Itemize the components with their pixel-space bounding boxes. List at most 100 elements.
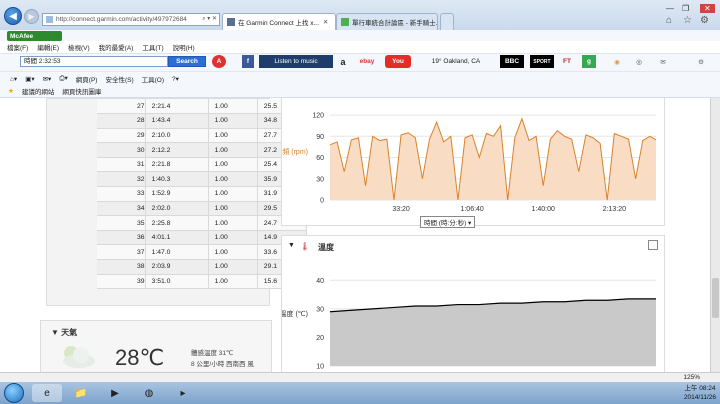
- home-icon[interactable]: ⌂▾: [10, 75, 17, 83]
- lap-row: 33 1:52.9 1.00 31.9: [97, 186, 308, 202]
- ft-icon[interactable]: FT: [560, 55, 574, 68]
- forward-button[interactable]: ▶: [24, 9, 39, 24]
- mcafee-button[interactable]: McAfee: [7, 31, 62, 41]
- folder-icon[interactable]: 📁: [66, 384, 96, 402]
- rss-icon[interactable]: ◉: [610, 55, 624, 68]
- fav-webslice[interactable]: 網頁快訊圖庫: [62, 86, 101, 96]
- weather-widget[interactable]: 19° Oakland, CA: [420, 55, 492, 68]
- mcafee-toolbar: [0, 30, 720, 41]
- media-icon[interactable]: ▸: [168, 384, 198, 402]
- star-icon[interactable]: ☆: [683, 15, 692, 26]
- lap-distance: 1.00: [208, 113, 258, 129]
- page-scrollbar[interactable]: [710, 98, 720, 372]
- feed-icon[interactable]: ▣▾: [25, 75, 34, 83]
- lap-time: 2:03.9: [145, 259, 209, 275]
- cloud-icon: [63, 346, 95, 368]
- scrollbar-thumb[interactable]: [712, 278, 719, 318]
- media-player-icon[interactable]: ▶: [100, 384, 130, 402]
- garmin-favicon: [227, 18, 235, 26]
- maps-icon[interactable]: g: [582, 55, 596, 68]
- y-tick-label: 20: [316, 335, 324, 342]
- gear-icon[interactable]: ⚙: [700, 15, 709, 26]
- menu-tools[interactable]: 工具(T): [142, 42, 163, 52]
- music-label: Listen to music: [274, 58, 318, 65]
- home-icon[interactable]: ⌂: [666, 15, 672, 26]
- refresh-icon[interactable]: ⌕ ▾ ✕: [202, 15, 217, 23]
- lap-time: 2:12.2: [145, 142, 209, 158]
- lap-number: 35: [97, 215, 146, 231]
- x-axis-select[interactable]: 時間 (時:分:秒) ▾: [420, 216, 476, 228]
- tab-garmin[interactable]: 在 Garmin Connect 上找 x... ✕: [222, 13, 336, 30]
- lap-distance: 1.00: [208, 99, 258, 115]
- star-icon[interactable]: ★: [8, 87, 14, 95]
- lap-distance: 1.00: [208, 171, 258, 188]
- mail-icon[interactable]: ✉▾: [43, 75, 52, 83]
- lap-number: 27: [97, 99, 146, 115]
- new-tab-button[interactable]: [440, 13, 454, 30]
- lap-number: 39: [97, 274, 146, 290]
- temperature-panel: ▼ 🌡 溫度 1020304033:201:06:401:40:002:13:2…: [281, 235, 665, 372]
- chrome-icon[interactable]: ◍: [134, 384, 164, 402]
- lap-row: 30 2:12.2 1.00 27.2: [97, 142, 308, 158]
- help-icon[interactable]: ?▾: [172, 75, 179, 83]
- y-tick-label: 0: [320, 198, 324, 205]
- thermometer-icon: 🌡: [300, 242, 311, 251]
- menu-view[interactable]: 檢視(V): [68, 42, 90, 52]
- amazon-icon[interactable]: a: [338, 55, 348, 68]
- menu-help[interactable]: 說明(H): [173, 42, 195, 52]
- menu-file[interactable]: 檔案(F): [7, 42, 28, 52]
- address-bar[interactable]: http://connect.garmin.com/activity/49797…: [42, 13, 220, 26]
- y-axis-label: 溫度 (℃): [282, 309, 308, 318]
- youtube-icon[interactable]: You: [385, 55, 411, 68]
- search-input[interactable]: 時間 2:32:53: [20, 56, 168, 67]
- menu-safety[interactable]: 安全性(S): [105, 74, 133, 84]
- print-icon[interactable]: ⎙▾: [59, 74, 67, 83]
- menu-page[interactable]: 網頁(P): [76, 74, 98, 84]
- fav-suggested[interactable]: 建議的網站: [22, 86, 55, 96]
- lap-time: 2:21.8: [145, 157, 209, 173]
- music-player[interactable]: Listen to music: [259, 55, 333, 68]
- zoom-level[interactable]: 125%: [683, 374, 700, 381]
- tab-forum[interactable]: 單行車統合計論區 - 新手騎士...: [336, 13, 438, 30]
- ebay-icon[interactable]: ebay: [355, 55, 379, 68]
- x-axis-select-label: 時間 (時:分:秒): [424, 220, 467, 227]
- lap-row: 36 4:01.1 1.00 14.9: [97, 230, 308, 246]
- minimize-icon[interactable]: —: [666, 4, 674, 13]
- search-button[interactable]: Search: [168, 56, 206, 67]
- ask-icon[interactable]: A: [212, 55, 226, 68]
- start-button[interactable]: [4, 383, 24, 403]
- lap-distance: 1.00: [208, 186, 258, 202]
- laps-panel: 27 2:21.4 1.00 25.5 28 1:43.4 1.00 34.8 29 2:10.0…: [46, 98, 308, 306]
- target-icon[interactable]: ◎: [632, 55, 646, 68]
- close-icon[interactable]: ✕: [323, 18, 328, 26]
- lap-row: 38 2:03.9 1.00 29.1: [97, 259, 308, 275]
- lap-number: 29: [97, 128, 146, 144]
- temperature-chart: 1020304033:201:06:401:40:002:13:20溫度 (℃): [282, 278, 657, 371]
- lap-time: 1:40.3: [145, 171, 209, 188]
- back-button[interactable]: ◀: [4, 7, 22, 25]
- menu-favorites[interactable]: 我的最愛(A): [99, 42, 134, 52]
- lap-time: 4:01.1: [145, 230, 209, 246]
- maximize-icon[interactable]: ❐: [682, 4, 689, 13]
- lap-number: 33: [97, 186, 146, 202]
- close-window-icon[interactable]: ✕: [700, 4, 715, 13]
- weather-panel: ▼ 天氣 28℃ 體感溫度 31℃ 8 公里/小時 西南西 風: [40, 320, 272, 372]
- facebook-icon[interactable]: f: [242, 55, 254, 68]
- y-tick-label: 60: [316, 155, 324, 162]
- lap-distance: 1.00: [208, 201, 258, 217]
- weather-wind: 8 公里/小時 西南西 風: [191, 361, 254, 368]
- collapse-icon[interactable]: ▼: [288, 242, 295, 249]
- menu-edit[interactable]: 編輯(E): [37, 42, 59, 52]
- settings-icon[interactable]: ⚙: [694, 55, 708, 68]
- lap-number: 32: [97, 171, 146, 188]
- y-tick-label: 40: [316, 278, 324, 285]
- expand-icon[interactable]: [648, 240, 658, 250]
- mail-icon[interactable]: ✉: [656, 55, 670, 68]
- weather-title[interactable]: ▼ 天氣: [51, 327, 77, 338]
- ie-icon[interactable]: e: [32, 384, 62, 402]
- bbc-icon[interactable]: BBC: [500, 55, 524, 68]
- bbc-sport-icon[interactable]: SPORT: [530, 55, 554, 68]
- lap-number: 34: [97, 201, 146, 217]
- lap-number: 30: [97, 142, 146, 158]
- menu-tools2[interactable]: 工具(O): [142, 74, 164, 84]
